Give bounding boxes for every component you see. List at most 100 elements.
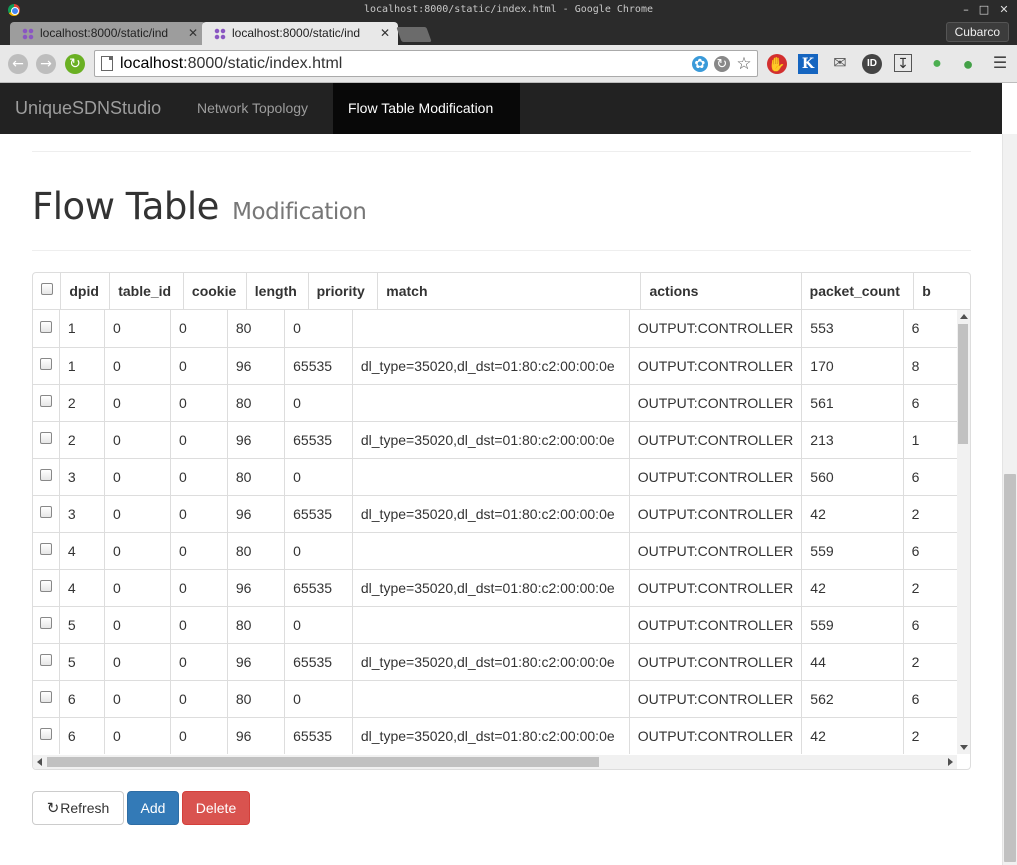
table-vscroll-thumb[interactable] [958, 324, 968, 444]
table-vertical-scrollbar[interactable] [957, 310, 970, 754]
table-row[interactable]: 1 0 0 96 65535 dl_type=35020,dl_dst=01:8… [33, 347, 958, 385]
cell-actions: OUTPUT:CONTROLLER [629, 606, 803, 644]
page-scrollbar-thumb[interactable] [1004, 474, 1016, 862]
column-header[interactable]: packet_count [801, 273, 915, 310]
address-bar[interactable]: localhost:8000/static/index.html ✿ ↻ ☆ [94, 50, 758, 77]
forward-icon[interactable]: → [36, 54, 56, 74]
row-checkbox[interactable] [33, 347, 60, 385]
bookmark-star-icon[interactable]: ☆ [736, 55, 752, 72]
tab-close-icon[interactable]: ✕ [380, 22, 390, 45]
k-icon[interactable]: K [798, 54, 818, 74]
column-header[interactable]: cookie [183, 273, 247, 310]
cell-b: 6 [903, 532, 958, 570]
cell-actions: OUTPUT:CONTROLLER [629, 421, 803, 459]
scroll-left-icon[interactable] [37, 758, 42, 766]
row-checkbox[interactable] [33, 569, 60, 607]
new-tab-button[interactable] [396, 27, 432, 42]
table-hscroll-thumb[interactable] [47, 757, 599, 767]
column-header[interactable]: table_id [109, 273, 184, 310]
select-all-checkbox[interactable] [33, 273, 62, 310]
table-row[interactable]: 5 0 0 96 65535 dl_type=35020,dl_dst=01:8… [33, 643, 958, 681]
menu-icon[interactable]: ☰ [990, 54, 1010, 74]
table-body: 1 0 0 80 0 OUTPUT:CONTROLLER 553 6 1 0 0… [33, 310, 958, 754]
row-checkbox[interactable] [33, 532, 60, 570]
back-icon[interactable]: ← [8, 54, 28, 74]
sync-icon[interactable]: ↻ [714, 56, 730, 72]
refresh-button[interactable]: ↻Refresh [32, 791, 124, 825]
cell-match: dl_type=35020,dl_dst=01:80:c2:00:00:0e [352, 495, 630, 533]
address-url[interactable]: localhost:8000/static/index.html [120, 51, 342, 76]
mail-icon[interactable]: ✉ [830, 54, 850, 74]
close-window-icon[interactable]: ✕ [995, 0, 1013, 20]
add-button[interactable]: Add [127, 791, 179, 825]
row-checkbox[interactable] [33, 310, 60, 348]
cell-packet-count: 561 [801, 384, 904, 422]
cell-b: 6 [903, 384, 958, 422]
row-checkbox[interactable] [33, 421, 60, 459]
minimize-icon[interactable]: – [957, 0, 975, 20]
balloon-icon[interactable]: ● [958, 54, 978, 74]
id-icon[interactable]: ID [862, 54, 882, 74]
cell-priority: 0 [284, 458, 353, 496]
row-checkbox[interactable] [33, 495, 60, 533]
row-checkbox[interactable] [33, 606, 60, 644]
column-header[interactable]: actions [640, 273, 802, 310]
tab-close-icon[interactable]: ✕ [188, 22, 198, 45]
column-header[interactable]: priority [308, 273, 379, 310]
cell-table-id: 0 [104, 532, 172, 570]
table-row[interactable]: 6 0 0 96 65535 dl_type=35020,dl_dst=01:8… [33, 717, 958, 754]
cell-dpid: 2 [59, 421, 105, 459]
maximize-icon[interactable]: □ [975, 0, 993, 20]
row-checkbox[interactable] [33, 680, 60, 718]
cell-table-id: 0 [104, 569, 172, 607]
browser-tab-2[interactable]: localhost:8000/static/ind ✕ [202, 22, 398, 45]
row-checkbox[interactable] [33, 384, 60, 422]
column-header[interactable]: dpid [60, 273, 111, 310]
table-row[interactable]: 3 0 0 96 65535 dl_type=35020,dl_dst=01:8… [33, 495, 958, 533]
site-favicon-icon [22, 28, 34, 40]
table-row[interactable]: 2 0 0 80 0 OUTPUT:CONTROLLER 561 6 [33, 384, 958, 422]
cell-match [352, 606, 630, 644]
cell-cookie: 0 [170, 717, 228, 754]
adblock-icon[interactable]: ✋ [767, 54, 787, 74]
reload-icon[interactable]: ↻ [65, 54, 85, 74]
table-row[interactable]: 2 0 0 96 65535 dl_type=35020,dl_dst=01:8… [33, 421, 958, 459]
table-horizontal-scrollbar[interactable] [33, 755, 957, 769]
cell-match: dl_type=35020,dl_dst=01:80:c2:00:00:0e [352, 717, 630, 754]
column-header[interactable]: b [913, 273, 970, 310]
cell-dpid: 6 [59, 680, 105, 718]
table-row[interactable]: 4 0 0 96 65535 dl_type=35020,dl_dst=01:8… [33, 569, 958, 607]
scroll-right-icon[interactable] [948, 758, 953, 766]
column-header[interactable]: match [377, 273, 642, 310]
nav-flow-table-modification[interactable]: Flow Table Modification [333, 83, 520, 134]
scroll-up-icon[interactable] [960, 314, 968, 319]
table-row[interactable]: 5 0 0 80 0 OUTPUT:CONTROLLER 559 6 [33, 606, 958, 644]
cell-length: 80 [227, 310, 286, 348]
status-dot-icon[interactable]: ● [927, 54, 947, 74]
flower-extension-icon[interactable]: ✿ [692, 56, 708, 72]
table-row[interactable]: 1 0 0 80 0 OUTPUT:CONTROLLER 553 6 [33, 310, 958, 348]
profile-button[interactable]: Cubarco [945, 22, 1009, 42]
download-icon[interactable]: ↧ [894, 54, 912, 72]
scroll-down-icon[interactable] [960, 745, 968, 750]
tab-title: localhost:8000/static/ind [232, 26, 361, 40]
table-row[interactable]: 4 0 0 80 0 OUTPUT:CONTROLLER 559 6 [33, 532, 958, 570]
divider [32, 250, 971, 251]
column-header[interactable]: length [246, 273, 309, 310]
delete-button[interactable]: Delete [182, 791, 250, 825]
row-checkbox[interactable] [33, 458, 60, 496]
nav-network-topology[interactable]: Network Topology [182, 83, 323, 134]
navbar-brand[interactable]: UniqueSDNStudio [15, 83, 161, 134]
row-checkbox[interactable] [33, 717, 60, 754]
table-row[interactable]: 6 0 0 80 0 OUTPUT:CONTROLLER 562 6 [33, 680, 958, 718]
page-subtitle: Modification [232, 199, 367, 225]
cell-actions: OUTPUT:CONTROLLER [629, 495, 803, 533]
page-scrollbar[interactable] [1002, 134, 1017, 865]
row-checkbox[interactable] [33, 643, 60, 681]
window-titlebar: localhost:8000/static/index.html - Googl… [0, 0, 1017, 20]
site-favicon-icon [214, 28, 226, 40]
cell-actions: OUTPUT:CONTROLLER [629, 569, 803, 607]
cell-dpid: 5 [59, 643, 105, 681]
browser-tab-1[interactable]: localhost:8000/static/ind ✕ [10, 22, 206, 45]
table-row[interactable]: 3 0 0 80 0 OUTPUT:CONTROLLER 560 6 [33, 458, 958, 496]
